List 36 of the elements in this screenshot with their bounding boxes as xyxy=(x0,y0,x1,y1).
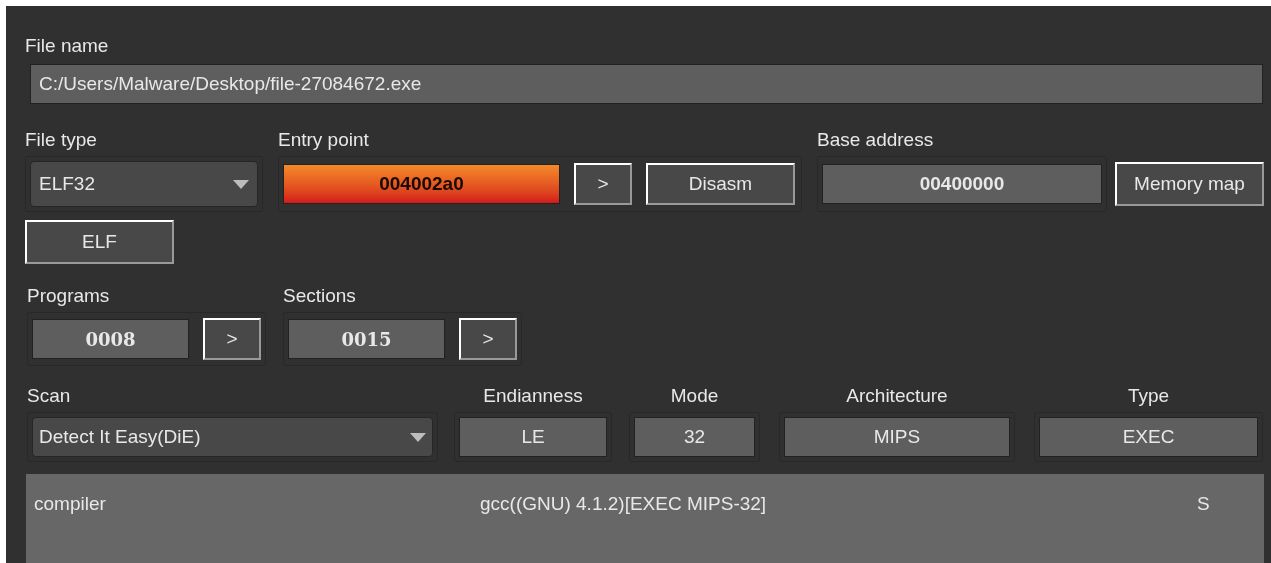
field-label: Scan xyxy=(27,383,71,408)
disasm-button[interactable]: Disasm xyxy=(646,163,795,205)
caret-icon xyxy=(233,179,249,189)
scan-dropdown[interactable]: Detect It Easy(DiE) xyxy=(32,417,433,457)
field-value: 32 xyxy=(683,424,706,449)
field-value: LE xyxy=(521,424,545,449)
dropdown-value: ELF32 xyxy=(39,171,95,196)
file-name-field[interactable]: C:/Users/Malware/Desktop/file-27084672.exe xyxy=(30,64,1263,104)
field-label: Programs xyxy=(27,283,110,308)
file-type-dropdown[interactable]: ELF32 xyxy=(30,161,258,207)
field-value: C:/Users/Malware/Desktop/file-27084672.exe xyxy=(39,71,422,96)
field-value: 0008 xyxy=(85,327,136,352)
field-label: Base address xyxy=(817,127,934,152)
result-flag-text: S xyxy=(1197,491,1210,516)
field-value: 004002a0 xyxy=(379,171,464,196)
format-button[interactable]: ELF xyxy=(25,220,174,264)
result-type: compiler xyxy=(34,491,107,516)
field-value: 00400000 xyxy=(919,171,1005,196)
navigate-button[interactable]: > xyxy=(203,318,261,360)
field-label: Sections xyxy=(283,283,356,308)
field-label: Endianness xyxy=(483,383,583,408)
navigate-button[interactable]: > xyxy=(574,163,632,205)
caret-icon xyxy=(410,432,426,442)
dropdown-value: Detect It Easy(DiE) xyxy=(39,424,201,449)
field-value: EXEC xyxy=(1122,424,1175,449)
field-value: MIPS xyxy=(873,424,921,449)
field-label: Entry point xyxy=(278,127,369,152)
field-label: File type xyxy=(25,127,97,152)
field-label: Type xyxy=(1127,383,1170,408)
memory-map-button[interactable]: Memory map xyxy=(1115,162,1264,206)
field-label: Architecture xyxy=(846,383,948,408)
field-label: File name xyxy=(25,33,109,58)
field-label: Mode xyxy=(670,383,719,408)
navigate-button[interactable]: > xyxy=(459,318,517,360)
result-name: gcc((GNU) 4.1.2)[EXEC MIPS-32] xyxy=(480,491,768,516)
field-value: 0015 xyxy=(341,327,392,352)
